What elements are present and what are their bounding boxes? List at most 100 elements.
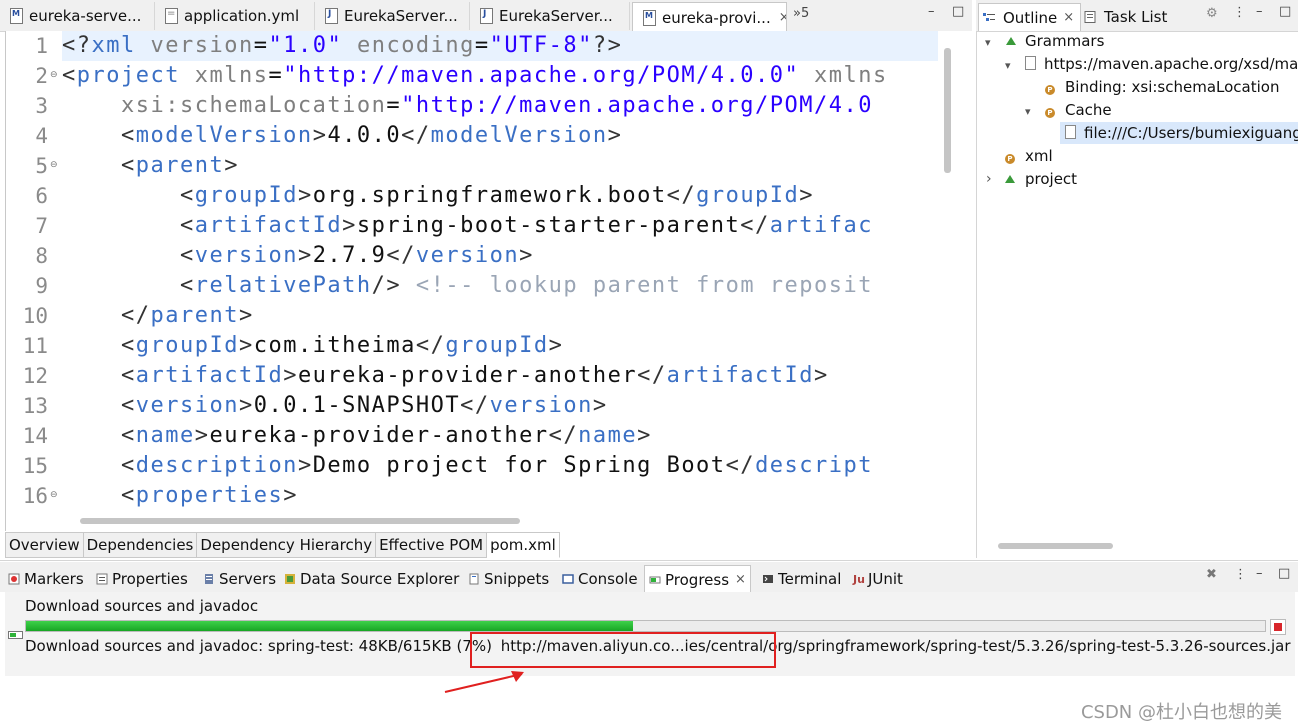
line-number: 12 (22, 364, 48, 388)
element-icon (1005, 175, 1015, 183)
editor-tab-application-yml[interactable]: application.yml (155, 2, 315, 30)
close-icon[interactable]: × (735, 572, 746, 587)
line-number: 11 (22, 334, 48, 358)
code-line: <groupId>com.itheima</groupId> (120, 333, 564, 358)
editor-tab-eureka-provider-pom[interactable]: eureka-provi... × (632, 2, 787, 32)
tab-outline[interactable]: Outline × (978, 3, 1082, 31)
fold-toggle-icon[interactable]: ⊖ (50, 70, 58, 80)
code-line: <relativePath/> <!-- lookup parent from … (179, 273, 874, 298)
expand-icon[interactable]: ▾ (985, 36, 991, 49)
maven-pom-icon (10, 8, 23, 24)
fold-toggle-icon[interactable]: ⊖ (50, 160, 58, 170)
line-number: 16 (22, 484, 48, 508)
java-file-icon (480, 8, 493, 24)
editor-tab-bar: eureka-serve... application.yml EurekaSe… (0, 0, 972, 32)
editor-tab-eureka-server-pom[interactable]: eureka-serve... (0, 2, 155, 30)
tab-overflow-button[interactable]: »5 (793, 6, 809, 21)
code-line: <name>eureka-provider-another</name> (120, 423, 652, 448)
tree-node-cache-file[interactable]: file:///C:/Users/bumiexiguang (1060, 122, 1298, 144)
tab-task-list[interactable]: Task List (1084, 3, 1167, 30)
outline-icon (983, 12, 995, 21)
expand-icon[interactable]: ▾ (1025, 105, 1031, 118)
document-icon (1065, 125, 1076, 139)
horizontal-scrollbar[interactable] (80, 518, 520, 524)
tree-node-xml[interactable]: Pxml (1005, 145, 1053, 167)
view-menu-icon[interactable]: ⋮ (1234, 567, 1247, 582)
progress-icon (649, 576, 661, 583)
close-icon[interactable]: × (1063, 10, 1074, 25)
tree-node-project[interactable]: project (1005, 168, 1077, 190)
minimize-icon[interactable]: – (928, 4, 935, 19)
editor-tab-eureka-server-1[interactable]: EurekaServer... (315, 2, 470, 30)
tab-data-source-explorer[interactable]: Data Source Explorer (284, 565, 459, 592)
properties-icon (96, 573, 108, 584)
maven-pom-icon (643, 9, 656, 26)
tab-pom-xml[interactable]: pom.xml (487, 532, 560, 558)
markers-icon (8, 573, 20, 584)
outline-tab-bar: Outline × Task List ⚙ ⋮ – □ (976, 0, 1298, 32)
line-number: 9 (35, 274, 48, 298)
code-line: <parent> (120, 153, 239, 178)
tree-node-grammars[interactable]: Grammars (1005, 30, 1104, 52)
minimize-icon[interactable]: – (1256, 566, 1263, 581)
line-number: 10 (22, 304, 48, 328)
tree-node-maven-xsd[interactable]: https://maven.apache.org/xsd/maven (1025, 53, 1298, 75)
editor-tab-eureka-server-2[interactable]: EurekaServer... (470, 2, 630, 30)
line-number: 15 (22, 454, 48, 478)
tab-effective-pom[interactable]: Effective POM (376, 532, 488, 558)
line-number: 13 (22, 394, 48, 418)
tab-properties[interactable]: Properties (96, 565, 188, 592)
progress-bar-fill (26, 621, 634, 631)
tab-overview[interactable]: Overview (5, 532, 84, 558)
annotation-highlight-box (470, 632, 776, 668)
code-line: <modelVersion>4.0.0</modelVersion> (120, 123, 623, 148)
code-line: <project xmlns="http://maven.apache.org/… (62, 63, 888, 88)
console-icon (562, 573, 574, 584)
tab-console[interactable]: Console (562, 565, 638, 592)
tab-servers[interactable]: Servers (203, 565, 276, 592)
tab-markers[interactable]: Markers (8, 565, 84, 592)
tree-node-binding[interactable]: P Binding: xsi:schemaLocation (1045, 76, 1279, 98)
line-number: 2 (35, 64, 48, 88)
line-number: 7 (35, 214, 48, 238)
expand-icon[interactable]: ▾ (1005, 59, 1011, 72)
pom-editor-tabs: Overview Dependencies Dependency Hierarc… (5, 532, 560, 558)
tree-node-cache[interactable]: P Cache (1045, 99, 1112, 121)
line-number: 8 (35, 244, 48, 268)
line-number: 1 (35, 34, 48, 58)
tab-dependency-hierarchy[interactable]: Dependency Hierarchy (197, 532, 377, 558)
maximize-icon[interactable]: □ (1279, 4, 1291, 19)
view-menu-icon[interactable]: ⋮ (1233, 5, 1246, 20)
code-line: <artifactId>spring-boot-starter-parent</… (179, 213, 874, 238)
annotation-arrow (444, 671, 524, 693)
code-line: <properties> (120, 483, 298, 508)
close-icon[interactable]: × (779, 10, 786, 25)
progress-task-title: Download sources and javadoc (25, 597, 259, 615)
remove-all-finished-icon[interactable]: ✖ (1206, 567, 1217, 582)
progress-bar (25, 620, 1266, 632)
watermark: CSDN @杜小白也想的美 (1080, 702, 1282, 723)
minimize-icon[interactable]: – (1256, 4, 1263, 19)
code-line: <version>0.0.1-SNAPSHOT</version> (120, 393, 608, 418)
line-number: 5 (35, 154, 48, 178)
property-icon: P (1005, 154, 1015, 164)
tab-snippets[interactable]: Snippets (468, 565, 549, 592)
collapse-icon[interactable]: › (986, 171, 992, 187)
cancel-operation-button[interactable] (1270, 619, 1286, 635)
junit-icon: Ju (853, 572, 865, 586)
tab-dependencies[interactable]: Dependencies (83, 532, 198, 558)
tab-progress[interactable]: Progress × (644, 565, 751, 593)
code-line: <?xml version="1.0" encoding="UTF-8"?> (62, 31, 938, 61)
fold-toggle-icon[interactable]: ⊖ (50, 490, 58, 500)
java-file-icon (325, 8, 338, 24)
servers-icon (205, 573, 213, 584)
maximize-icon[interactable]: □ (1278, 566, 1290, 581)
maximize-icon[interactable]: □ (952, 4, 964, 19)
line-number: 14 (22, 424, 48, 448)
focus-icon[interactable]: ⚙ (1206, 6, 1218, 21)
tab-terminal[interactable]: Terminal (762, 565, 841, 592)
outline-horizontal-scrollbar[interactable] (998, 543, 1113, 549)
tab-junit[interactable]: Ju JUnit (853, 565, 903, 592)
terminal-icon (763, 574, 773, 583)
vertical-scrollbar[interactable] (944, 48, 951, 173)
